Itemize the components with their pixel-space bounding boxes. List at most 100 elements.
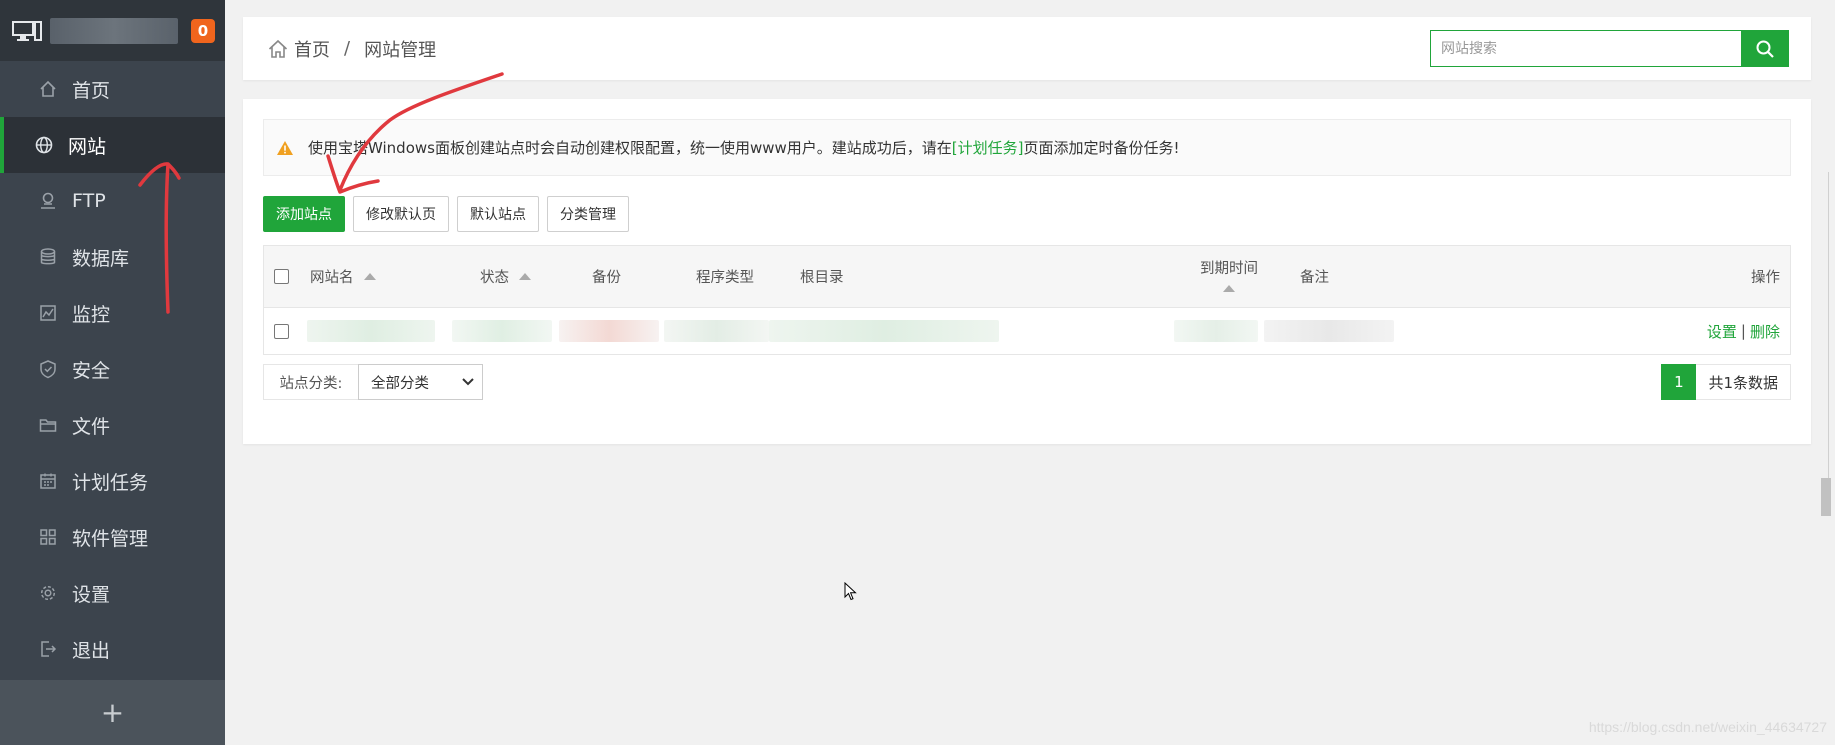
sidebar-nav: 首页 网站 FTP 数据库 监控 安全 文件 计划任务 软件管理 设置 退出: [0, 61, 225, 677]
sidebar-item-label: 退出: [72, 639, 111, 662]
add-site-button[interactable]: 添加站点: [263, 196, 345, 232]
calendar-icon: [40, 473, 56, 489]
settings-link[interactable]: 设置: [1707, 321, 1737, 342]
program-type-redacted: [664, 320, 769, 342]
sidebar-item-home[interactable]: 首页: [0, 61, 225, 117]
breadcrumb-home[interactable]: 首页: [294, 36, 330, 62]
grid-icon: [40, 529, 56, 545]
col-name-label: 网站名: [310, 270, 354, 286]
category-manage-button[interactable]: 分类管理: [547, 196, 629, 232]
sidebar-item-files[interactable]: 文件: [0, 397, 225, 453]
edit-default-page-button[interactable]: 修改默认页: [353, 196, 449, 232]
sidebar-item-settings[interactable]: 设置: [0, 565, 225, 621]
col-name[interactable]: 网站名: [310, 246, 376, 307]
sidebar-item-security[interactable]: 安全: [0, 341, 225, 397]
warning-icon: [277, 140, 293, 155]
shield-icon: [40, 360, 56, 379]
col-root-dir-label: 根目录: [800, 270, 844, 286]
scrollbar-thumb[interactable]: [1821, 478, 1831, 516]
search-input[interactable]: [1430, 30, 1741, 67]
remark-redacted[interactable]: [1264, 320, 1394, 342]
row-checkbox[interactable]: [274, 323, 289, 339]
breadcrumb-separator: /: [344, 38, 351, 59]
search-button[interactable]: [1741, 30, 1789, 67]
scrollbar-track[interactable]: [1828, 172, 1829, 482]
col-actions: 操作: [1751, 246, 1780, 307]
col-actions-label: 操作: [1751, 270, 1780, 286]
home-icon: [40, 80, 56, 97]
sidebar-item-ftp[interactable]: FTP: [0, 173, 225, 229]
notice-banner: 使用宝塔Windows面板创建站点时会自动创建权限配置，统一使用www用户。建站…: [263, 119, 1791, 176]
expire-redacted[interactable]: [1174, 320, 1258, 342]
default-site-button[interactable]: 默认站点: [457, 196, 539, 232]
col-status-label: 状态: [480, 270, 509, 286]
ftp-icon: [41, 192, 55, 209]
action-separator: |: [1740, 322, 1746, 340]
page-1-button[interactable]: 1: [1661, 364, 1697, 400]
col-status[interactable]: 状态: [480, 246, 531, 307]
message-badge[interactable]: 0: [191, 19, 215, 43]
category-selected-value: 全部分类: [371, 375, 429, 392]
header-bar: 首页 / 网站管理: [243, 17, 1811, 80]
table-row: 设置 | 删除: [264, 308, 1790, 354]
col-backup-label: 备份: [592, 270, 621, 286]
sidebar-item-label: 监控: [72, 303, 111, 326]
col-program-type-label: 程序类型: [696, 270, 754, 286]
watermark: https://blog.csdn.net/weixin_44634727: [1588, 719, 1827, 735]
folder-icon: [39, 419, 57, 432]
sidebar-item-website[interactable]: 网站: [0, 117, 225, 173]
site-name-redacted[interactable]: [307, 320, 435, 342]
sidebar-item-label: 网站: [68, 135, 107, 158]
delete-link[interactable]: 删除: [1750, 321, 1780, 342]
database-icon: [40, 248, 56, 265]
row-select-cell: [274, 308, 289, 354]
sidebar-add-button[interactable]: +: [0, 680, 225, 745]
sidebar-item-label: 设置: [72, 583, 111, 606]
sort-asc-icon: [1223, 284, 1235, 292]
home-icon[interactable]: [267, 38, 289, 60]
category-select[interactable]: 全部分类: [358, 364, 483, 400]
row-actions: 设置 | 删除: [1707, 308, 1780, 354]
site-table: 网站名 状态 备份 程序类型 根目录 到期时间 备注 操作 设置 | 删除: [263, 245, 1791, 355]
site-management-panel: 使用宝塔Windows面板创建站点时会自动创建权限配置，统一使用www用户。建站…: [243, 99, 1811, 444]
sidebar-item-label: 文件: [72, 415, 111, 438]
pagination: 1 共1条数据: [1661, 364, 1791, 400]
breadcrumb: 首页 / 网站管理: [267, 36, 436, 62]
sidebar-item-label: 计划任务: [72, 471, 149, 494]
select-all-cell: [274, 246, 289, 307]
col-root-dir: 根目录: [800, 246, 844, 307]
status-redacted[interactable]: [452, 320, 552, 342]
select-all-checkbox[interactable]: [274, 269, 289, 284]
backup-redacted[interactable]: [559, 320, 659, 342]
total-count: 共1条数据: [1696, 364, 1791, 400]
col-backup: 备份: [592, 246, 621, 307]
root-dir-redacted[interactable]: [769, 320, 999, 342]
col-program-type: 程序类型: [696, 246, 754, 307]
search-icon: [1756, 40, 1774, 58]
sidebar-header: 0: [0, 0, 225, 61]
sidebar-item-software[interactable]: 软件管理: [0, 509, 225, 565]
col-remark: 备注: [1300, 246, 1329, 307]
gear-icon: [40, 585, 56, 601]
chevron-down-icon: [462, 378, 474, 386]
sidebar-item-label: 数据库: [72, 247, 130, 270]
sort-asc-icon: [519, 273, 531, 280]
search-box: [1430, 30, 1789, 67]
sidebar-item-logout[interactable]: 退出: [0, 621, 225, 677]
table-footer: 站点分类: 全部分类 1 共1条数据: [263, 364, 1791, 402]
col-expire[interactable]: 到期时间: [1200, 246, 1258, 307]
sidebar-item-monitor[interactable]: 监控: [0, 285, 225, 341]
cron-task-link[interactable]: [计划任务]: [952, 137, 1024, 158]
sidebar-item-database[interactable]: 数据库: [0, 229, 225, 285]
sidebar: 0 首页 网站 FTP 数据库 监控 安全 文件 计划任务 软件管理 设置 退出…: [0, 0, 225, 745]
sidebar-item-cron[interactable]: 计划任务: [0, 453, 225, 509]
toolbar: 添加站点 修改默认页 默认站点 分类管理: [263, 196, 629, 232]
breadcrumb-current: 网站管理: [364, 39, 437, 61]
mouse-cursor-icon: [844, 582, 857, 601]
category-label: 站点分类:: [263, 364, 358, 400]
col-expire-label: 到期时间: [1200, 261, 1258, 278]
notice-text-end: 页面添加定时备份任务!: [1023, 139, 1180, 157]
server-name-redacted: [50, 17, 178, 44]
sort-asc-icon: [363, 273, 376, 280]
col-remark-label: 备注: [1300, 270, 1329, 286]
